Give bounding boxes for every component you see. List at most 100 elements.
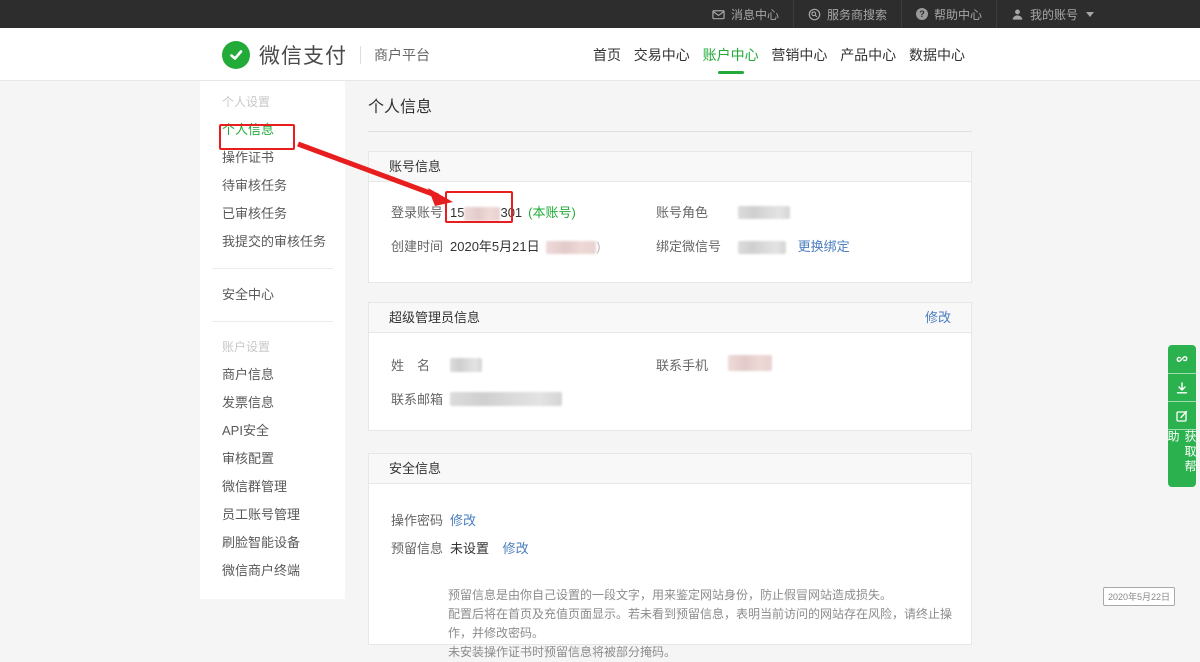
nav-transaction-center[interactable]: 交易中心 (634, 28, 690, 81)
nav-product-center[interactable]: 产品中心 (840, 28, 896, 81)
portal-name: 商户平台 (374, 45, 430, 65)
search-circle-icon (808, 8, 821, 21)
download-button[interactable] (1168, 373, 1196, 401)
super-admin-panel: 超级管理员信息 修改 姓 名 联系手机 联系邮箱 (368, 302, 972, 431)
main-nav: 首页 交易中心 账户中心 营销中心 产品中心 数据中心 (593, 28, 965, 81)
reserve-desc-line3: 未安装操作证书时预留信息将被部分掩码。 (448, 643, 968, 662)
masked-contact-phone (728, 355, 772, 371)
brand-divider (360, 46, 361, 64)
reserve-info-description: 预留信息是由你自己设置的一段文字，用来鉴定网站身份，防止假冒网站造成损失。 配置… (448, 586, 968, 662)
security-info-panel: 安全信息 操作密码 修改 预留信息 未设置 修改 预留信息是由你自己设置的一段文… (368, 453, 972, 645)
contact-phone-label: 联系手机 (656, 358, 708, 373)
super-admin-edit-link[interactable]: 修改 (925, 303, 951, 332)
sidebar-item-pending-review-tasks[interactable]: 待审核任务 (200, 172, 345, 200)
operation-password-label: 操作密码 (391, 513, 443, 528)
topbar: 消息中心 服务商搜索 帮助中心 我的账号 (0, 0, 1200, 28)
masked-admin-name (450, 358, 482, 372)
super-admin-panel-body: 姓 名 联系手机 联系邮箱 (369, 333, 971, 430)
topbar-item-my-account[interactable]: 我的账号 (996, 0, 1108, 28)
account-info-panel-title: 账号信息 (369, 152, 971, 182)
account-info-panel: 账号信息 登录账号 15301(本账号) 账号角色 创建时间 20 (368, 151, 972, 283)
main-content: 个人信息 账号信息 登录账号 15301(本账号) 账号角色 创建时间 (368, 81, 972, 645)
sidebar-item-staff-account-mgmt[interactable]: 员工账号管理 (200, 501, 345, 529)
page-title: 个人信息 (368, 81, 972, 117)
sidebar: 个人设置 个人信息 操作证书 待审核任务 已审核任务 我提交的审核任务 安全中心… (200, 81, 345, 599)
topbar-item-messages[interactable]: 消息中心 (698, 0, 793, 28)
sidebar-item-reviewed-tasks[interactable]: 已审核任务 (200, 200, 345, 228)
sidebar-item-merchant-terminal[interactable]: 微信商户终端 (200, 557, 345, 585)
current-account-note: (本账号) (528, 205, 576, 220)
reserve-info-label: 预留信息 (391, 541, 443, 556)
nav-marketing-center[interactable]: 营销中心 (771, 28, 827, 81)
masked-bound-wechat (738, 241, 786, 254)
masked-created-time (546, 241, 596, 254)
question-circle-icon (916, 8, 928, 20)
sidebar-item-invoice-info[interactable]: 发票信息 (200, 389, 345, 417)
nav-data-center[interactable]: 数据中心 (909, 28, 965, 81)
sidebar-divider (212, 321, 333, 322)
contact-email-label: 联系邮箱 (391, 392, 443, 407)
wechat-pay-merchant-portal: { "topbar": { "items": [ { "label": "消息中… (0, 0, 1200, 599)
created-time-label: 创建时间 (391, 239, 443, 254)
link-icon (1175, 352, 1189, 366)
brand-name: 微信支付 (259, 40, 347, 70)
reserve-info-status: 未设置 (450, 541, 489, 556)
edit-icon (1175, 409, 1189, 423)
sidebar-header-personal-settings: 个人设置 (200, 89, 345, 116)
admin-name-label: 姓 名 (391, 358, 430, 373)
created-time-value: 2020年5月21日 (450, 239, 540, 254)
page-body: 个人设置 个人信息 操作证书 待审核任务 已审核任务 我提交的审核任务 安全中心… (0, 81, 1200, 599)
header: 微信支付 商户平台 首页 交易中心 账户中心 营销中心 产品中心 数据中心 (0, 28, 1200, 81)
nav-account-center[interactable]: 账户中心 (703, 28, 759, 81)
super-admin-panel-header: 超级管理员信息 修改 (369, 303, 971, 333)
security-info-panel-body: 操作密码 修改 预留信息 未设置 修改 预留信息是由你自己设置的一段文字，用来鉴… (369, 484, 971, 644)
topbar-item-label: 服务商搜索 (827, 6, 887, 23)
reserve-desc-line1: 预留信息是由你自己设置的一段文字，用来鉴定网站身份，防止假冒网站造成损失。 (448, 586, 968, 605)
bound-wechat-label: 绑定微信号 (656, 239, 721, 254)
topbar-item-label: 我的账号 (1030, 6, 1078, 23)
topbar-item-provider-search[interactable]: 服务商搜索 (793, 0, 901, 28)
masked-account-role (738, 206, 790, 219)
wechat-pay-logo-icon (222, 41, 250, 69)
masked-login-account (464, 207, 500, 221)
created-time-tail: ) (596, 239, 600, 254)
envelope-icon (712, 8, 725, 21)
title-divider (368, 131, 972, 132)
brand: 微信支付 商户平台 (222, 28, 430, 81)
sidebar-item-merchant-info[interactable]: 商户信息 (200, 361, 345, 389)
login-account-suffix: 301 (500, 205, 522, 220)
floating-help-panel: 获取帮助 (1168, 345, 1196, 487)
reserve-info-edit-link[interactable]: 修改 (503, 541, 529, 556)
topbar-item-help-center[interactable]: 帮助中心 (901, 0, 996, 28)
account-role-label: 账号角色 (656, 205, 708, 220)
sidebar-item-face-device[interactable]: 刷脸智能设备 (200, 529, 345, 557)
masked-contact-email (450, 392, 562, 406)
login-account-prefix: 15 (450, 205, 464, 220)
sidebar-item-operation-certificate[interactable]: 操作证书 (200, 144, 345, 172)
account-info-panel-body: 登录账号 15301(本账号) 账号角色 创建时间 2020年5月21日 ) (369, 182, 971, 282)
feedback-button[interactable] (1168, 401, 1196, 429)
sidebar-item-review-config[interactable]: 审核配置 (200, 445, 345, 473)
sidebar-item-wechat-group-mgmt[interactable]: 微信群管理 (200, 473, 345, 501)
topbar-item-label: 消息中心 (731, 6, 779, 23)
sidebar-item-my-submitted-tasks[interactable]: 我提交的审核任务 (200, 228, 345, 256)
security-info-panel-title: 安全信息 (369, 454, 971, 484)
sidebar-header-account-settings: 账户设置 (200, 334, 345, 361)
reserve-desc-line2: 配置后将在首页及充值页面显示。若未看到预留信息，表明当前访问的网站存在风险，请终… (448, 605, 968, 643)
user-icon (1011, 8, 1024, 21)
get-help-button[interactable]: 获取帮助 (1168, 429, 1196, 487)
sidebar-item-personal-info[interactable]: 个人信息 (200, 116, 345, 144)
download-icon (1175, 381, 1189, 395)
date-tooltip: 2020年5月22日 (1103, 587, 1175, 606)
sidebar-divider (212, 268, 333, 269)
operation-password-edit-link[interactable]: 修改 (450, 513, 476, 528)
nav-home[interactable]: 首页 (593, 28, 621, 81)
topbar-item-label: 帮助中心 (934, 6, 982, 23)
sidebar-item-api-security[interactable]: API安全 (200, 417, 345, 445)
chevron-down-icon (1086, 12, 1094, 17)
link-button[interactable] (1168, 345, 1196, 373)
super-admin-panel-title: 超级管理员信息 (389, 310, 480, 325)
topbar-menu: 消息中心 服务商搜索 帮助中心 我的账号 (698, 0, 1108, 28)
sidebar-item-security-center[interactable]: 安全中心 (200, 281, 345, 309)
rebind-wechat-link[interactable]: 更换绑定 (798, 239, 850, 254)
